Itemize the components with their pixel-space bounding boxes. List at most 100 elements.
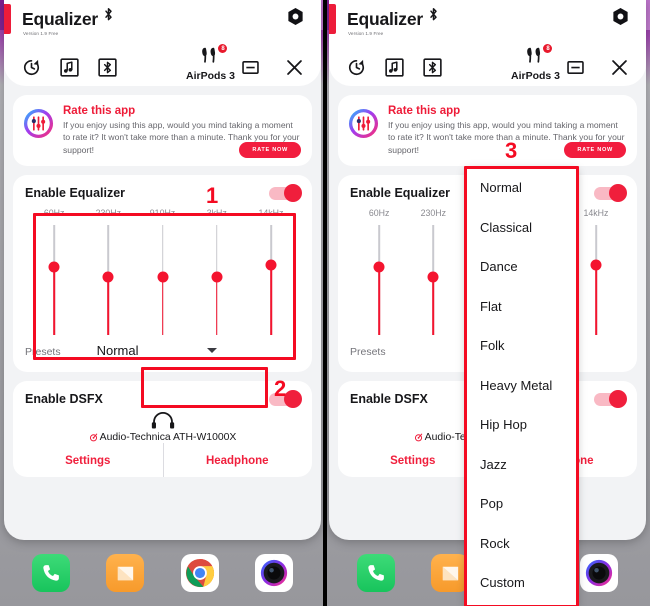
hexagon-settings-icon[interactable] [286, 7, 305, 26]
rate-now-button[interactable]: RATE NOW [239, 142, 301, 159]
dsfx-title: Enable DSFX [350, 392, 428, 407]
settings-button[interactable]: Settings [13, 455, 163, 467]
eq-band-slider[interactable] [157, 225, 169, 336]
preset-dropdown[interactable]: Normal [97, 343, 217, 360]
minimize-icon[interactable] [235, 52, 265, 82]
connected-device[interactable]: 8 AirPods 3 [185, 44, 235, 82]
title-row: Equalizer Version 1.9 Free [329, 6, 646, 36]
eq-band[interactable]: 3kHz [190, 208, 244, 336]
device-name: AirPods 3 [185, 70, 235, 82]
preset-dropdown-list[interactable]: Normal Classical Dance Flat Folk Heavy M… [466, 168, 577, 606]
eq-band[interactable]: 14kHz [244, 208, 298, 336]
rate-card-title: Rate this app [63, 105, 136, 117]
eq-band-slider[interactable] [102, 225, 114, 336]
equalizer-title: Enable Equalizer [25, 186, 126, 201]
rate-app-card: Rate this app If you enjoy using this ap… [338, 95, 637, 167]
eq-band-slider[interactable] [427, 225, 439, 336]
close-icon[interactable] [279, 52, 309, 82]
eq-band-label: 14kHz [583, 208, 609, 219]
app-header: Equalizer Version 1.9 Free 8 AirPods 3 [329, 0, 646, 86]
presets-label: Presets [25, 345, 61, 358]
dropdown-item-custom[interactable]: Custom [466, 563, 577, 603]
history-refresh-icon[interactable] [16, 52, 46, 82]
phone-app-icon[interactable] [32, 554, 71, 592]
dropdown-item-jazz[interactable]: Jazz [466, 445, 577, 485]
equalizer-toggle[interactable] [269, 184, 302, 203]
eq-band-label: 60Hz [368, 208, 390, 219]
equalizer-app-window: Equalizer Version 1.9 Free 8 AirPods 3 R… [4, 0, 321, 540]
eq-band-slider[interactable] [48, 225, 60, 336]
chevron-down-icon [206, 348, 217, 354]
app-toolbar: 8 AirPods 3 [4, 44, 321, 82]
device-badge: 8 [218, 44, 228, 53]
camera-app-icon[interactable] [579, 554, 618, 592]
dropdown-item-pop[interactable]: Pop [466, 484, 577, 524]
rate-now-button[interactable]: RATE NOW [564, 142, 626, 159]
headphone-name-row: Audio-Technica ATH-W1000X [89, 432, 237, 444]
eq-band[interactable]: 230Hz [81, 208, 135, 336]
dropdown-item-heavy-metal[interactable]: Heavy Metal [466, 366, 577, 406]
eq-band-label: 3kHz [206, 208, 227, 219]
app-logo-icon [23, 108, 54, 139]
equalizer-title: Enable Equalizer [350, 186, 451, 201]
eq-band-label: 910Hz [149, 208, 176, 219]
phone-app-icon[interactable] [357, 554, 396, 592]
eq-band-slider[interactable] [590, 225, 602, 336]
dsfx-toggle[interactable] [594, 390, 627, 409]
equalizer-card: Enable Equalizer 60Hz 230Hz [13, 175, 312, 373]
dropdown-item-flat[interactable]: Flat [466, 287, 577, 327]
presets-row: Presets Normal [13, 337, 312, 368]
history-refresh-icon[interactable] [341, 52, 371, 82]
headphone-icon [151, 412, 174, 429]
phone-panel-left: Equalizer Version 1.9 Free 8 AirPods 3 R… [0, 0, 325, 606]
dropdown-item-rock[interactable]: Rock [466, 524, 577, 564]
accent-bar [4, 4, 11, 34]
eq-band[interactable]: 60Hz [352, 208, 406, 336]
music-note-icon[interactable] [54, 52, 84, 82]
target-icon [414, 433, 422, 442]
eq-band-slider[interactable] [373, 225, 385, 336]
dsfx-actions: Settings Headphone [13, 443, 313, 478]
headphone-name: Audio-Technica ATH-W1000X [99, 432, 237, 444]
close-icon[interactable] [604, 52, 634, 82]
music-note-icon[interactable] [379, 52, 409, 82]
eq-band[interactable]: 230Hz [406, 208, 460, 336]
target-icon [89, 433, 97, 442]
app-toolbar: 8 AirPods 3 [329, 44, 646, 82]
equalizer-bands: 60Hz 230Hz 910Hz [13, 204, 312, 337]
messages-app-icon[interactable] [106, 554, 145, 592]
dropdown-item-folk[interactable]: Folk [466, 326, 577, 366]
connected-device[interactable]: 8 AirPods 3 [511, 44, 560, 82]
eq-band-slider[interactable] [265, 225, 277, 336]
camera-app-icon[interactable] [254, 554, 293, 592]
eq-band-slider[interactable] [211, 225, 223, 336]
eq-band-label: 14kHz [258, 208, 284, 219]
rate-card-title: Rate this app [388, 105, 461, 117]
app-title: Equalizer [347, 9, 424, 29]
dsfx-header: Enable DSFX [13, 390, 312, 410]
messages-app-icon[interactable] [431, 554, 470, 592]
eq-band-label: 230Hz [95, 208, 122, 219]
chrome-app-icon[interactable] [180, 554, 219, 592]
dropdown-item-normal[interactable]: Normal [466, 168, 577, 208]
dsfx-device: Audio-Technica ATH-W1000X [13, 412, 312, 443]
eq-band-label: 230Hz [420, 208, 447, 219]
equalizer-toggle[interactable] [594, 184, 627, 203]
eq-band[interactable]: 60Hz [27, 208, 81, 336]
hexagon-settings-icon[interactable] [611, 7, 630, 26]
dropdown-item-hip-hop[interactable]: Hip Hop [466, 405, 577, 445]
headphone-button[interactable]: Headphone [163, 455, 313, 467]
eq-band-label: 60Hz [43, 208, 65, 219]
bluetooth-box-icon[interactable] [92, 52, 122, 82]
bluetooth-icon [103, 7, 114, 27]
dropdown-item-classical[interactable]: Classical [466, 208, 577, 248]
rate-app-card: Rate this app If you enjoy using this ap… [13, 95, 312, 167]
dsfx-card: Enable DSFX Audi [13, 381, 313, 478]
home-dock [0, 540, 325, 606]
eq-band[interactable]: 910Hz [135, 208, 189, 336]
bluetooth-box-icon[interactable] [417, 52, 447, 82]
screenshot-stage: Equalizer Version 1.9 Free 8 AirPods 3 R… [0, 0, 650, 606]
dropdown-item-dance[interactable]: Dance [466, 247, 577, 287]
minimize-icon[interactable] [560, 52, 590, 82]
preset-selected-value: Normal [96, 343, 139, 359]
